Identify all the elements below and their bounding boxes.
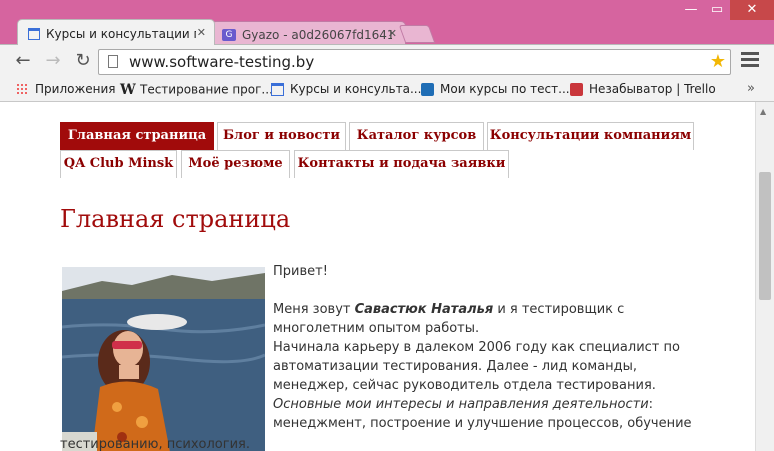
tab-title: Gyazo - a0d26067fd1641a5: [242, 27, 392, 42]
interests-continuation: тестированию, психология.: [60, 437, 250, 451]
intro-paragraph: Меня зовут Савастюк Наталья и я тестиров…: [273, 300, 713, 338]
page-icon: [108, 55, 118, 68]
trello-icon: [421, 83, 434, 96]
nav-qa-club[interactable]: QA Club Minsk: [60, 150, 177, 178]
bookmark-apps[interactable]: Приложения: [16, 82, 116, 96]
toolbar: ← → ↻ www.software-testing.by ★: [0, 44, 774, 78]
bookmark-star-icon[interactable]: ★: [710, 51, 726, 72]
bookmark-label: Курсы и консульта...: [290, 82, 422, 96]
interests-paragraph: Основные мои интересы и направления деят…: [273, 395, 713, 433]
address-bar[interactable]: www.software-testing.by ★: [98, 49, 731, 75]
tab-active[interactable]: Курсы и консультации по ✕: [17, 19, 215, 45]
page-icon: [271, 83, 284, 96]
tab-gyazo[interactable]: G Gyazo - a0d26067fd1641a5 ✕: [211, 21, 406, 45]
vertical-scrollbar[interactable]: ▲: [755, 102, 774, 451]
page-content: Главная страница Блог и новости Каталог …: [0, 102, 755, 451]
wikipedia-icon: W: [120, 82, 136, 98]
url-text: www.software-testing.by: [129, 53, 315, 71]
browser-window: Курсы и консультации по ✕ G Gyazo - a0d26…: [0, 0, 774, 451]
back-icon[interactable]: ←: [12, 50, 34, 72]
nav-home[interactable]: Главная страница: [60, 122, 214, 150]
intro-text: Привет! Меня зовут Савастюк Наталья и я …: [273, 262, 713, 433]
profile-photo: [62, 267, 265, 451]
maximize-icon[interactable]: ▭: [704, 0, 730, 20]
close-tab-icon[interactable]: ✕: [197, 20, 206, 45]
bookmark-label: Незабыватор | Trello: [589, 82, 716, 96]
new-tab-button[interactable]: [398, 25, 436, 43]
interests-label: Основные мои интересы и направления деят…: [273, 397, 649, 412]
nav-consulting[interactable]: Консультации компаниям: [487, 122, 694, 150]
bookmark-courses[interactable]: Курсы и консульта...: [271, 82, 421, 96]
reload-icon[interactable]: ↻: [72, 50, 94, 72]
author-name: Савастюк Наталья: [354, 302, 494, 317]
bookmark-label: Приложения: [35, 82, 116, 96]
close-window-icon[interactable]: ✕: [730, 0, 774, 20]
nav-contacts[interactable]: Контакты и подача заявки: [294, 150, 509, 178]
nav-resume[interactable]: Моё резюме: [181, 150, 290, 178]
greeting: Привет!: [273, 264, 328, 279]
career-paragraph: Начинала карьеру в далеком 2006 году как…: [273, 340, 680, 393]
close-tab-icon[interactable]: ✕: [388, 22, 397, 45]
scroll-up-icon[interactable]: ▲: [760, 107, 766, 116]
nav-blog[interactable]: Блог и новости: [217, 122, 346, 150]
bookmark-label: Тестирование прог...: [140, 82, 273, 97]
bookmark-trello[interactable]: Незабыватор | Trello: [570, 82, 716, 96]
bookmark-label: Мои курсы по тест...: [440, 82, 570, 96]
trello-icon: [570, 83, 583, 96]
intro-prefix: Меня зовут: [273, 302, 355, 317]
more-bookmarks-icon[interactable]: »: [747, 81, 755, 96]
menu-icon[interactable]: [741, 52, 759, 70]
page-icon: [28, 27, 40, 40]
nav-catalog[interactable]: Каталог курсов: [349, 122, 484, 150]
bookmarks-bar: Приложения W Тестирование прог... Курсы и…: [0, 78, 774, 102]
tab-title: Курсы и консультации по: [46, 26, 196, 41]
apps-icon: [16, 83, 29, 96]
tab-strip: Курсы и консультации по ✕ G Gyazo - a0d26…: [0, 0, 774, 45]
bookmark-my-courses[interactable]: Мои курсы по тест...: [421, 82, 570, 96]
minimize-icon[interactable]: —: [678, 0, 704, 20]
page-title: Главная страница: [60, 205, 291, 233]
bookmark-wikipedia[interactable]: W Тестирование прог...: [120, 82, 273, 98]
forward-icon[interactable]: →: [42, 50, 64, 72]
scrollbar-thumb[interactable]: [759, 172, 771, 300]
gyazo-icon: G: [222, 28, 236, 41]
